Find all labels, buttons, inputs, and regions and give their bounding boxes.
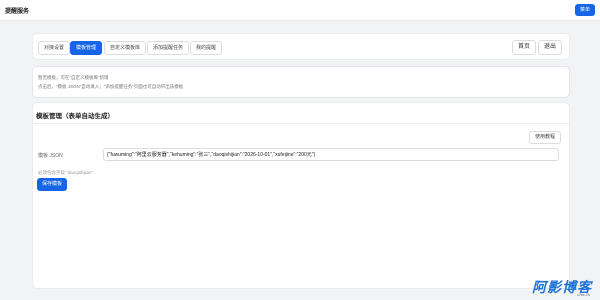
- tab-template-management[interactable]: 模板管理: [70, 41, 103, 55]
- template-json-label: 模板 JSON: [38, 153, 63, 159]
- home-button[interactable]: 首页: [511, 40, 536, 55]
- app-title: 提醒服务: [5, 9, 30, 15]
- tab-add-reminder-task[interactable]: 添加提醒任务: [147, 41, 190, 55]
- template-json-input[interactable]: [103, 148, 559, 161]
- nav-card: 对接设置 模板管理 自定义模板库 添加提醒任务 我的提醒 首页 退出: [32, 33, 570, 60]
- required-field-hint: 必须包含字段 “daoqishijian”: [38, 170, 94, 175]
- notice-card: 暂无模板，可在“自定义模板库”新增 点击后，“模板 JSON”自动填入；“添加提…: [32, 66, 570, 98]
- menu-button[interactable]: 菜单: [574, 4, 595, 16]
- tab-my-reminders[interactable]: 我的提醒: [190, 41, 223, 55]
- tab-integration-settings[interactable]: 对接设置: [38, 41, 71, 55]
- save-template-button[interactable]: 保存模板: [37, 178, 68, 191]
- template-management-card: 模板管理（表单自动生成） 使用教程 模板 JSON 必须包含字段 “daoqis…: [32, 102, 570, 289]
- section-title: 模板管理（表单自动生成）: [36, 113, 114, 120]
- logout-button[interactable]: 退出: [537, 40, 562, 55]
- tab-custom-template-library[interactable]: 自定义模板库: [104, 41, 147, 55]
- top-bar: 提醒服务 菜单: [0, 0, 600, 21]
- watermark-logo: 阿影博客 AYBK.CN: [532, 277, 592, 297]
- notice-line-2: 点击后，“模板 JSON”自动填入；“添加提醒任务”页面也可自动带出该模板: [38, 84, 184, 89]
- watermark-domain: AYBK.CN: [577, 293, 590, 297]
- section-divider: [33, 123, 569, 124]
- tutorial-button[interactable]: 使用教程: [528, 131, 561, 144]
- notice-line-1: 暂无模板，可在“自定义模板库”新增: [38, 75, 109, 80]
